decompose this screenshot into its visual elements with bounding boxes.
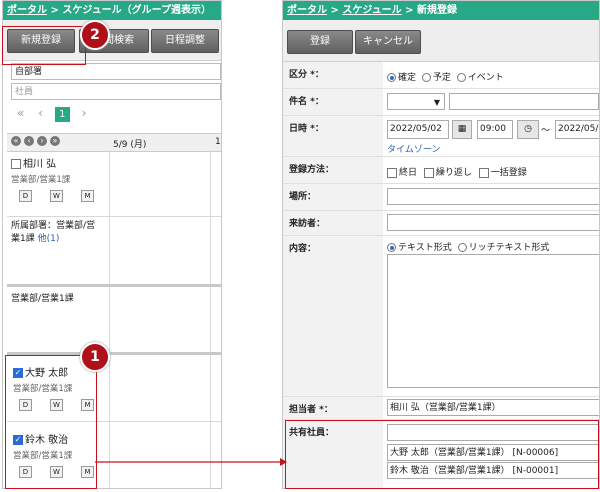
step-badge-2: 2 bbox=[80, 20, 110, 50]
arrow-overlay bbox=[95, 458, 287, 466]
step-badge-1: 1 bbox=[80, 342, 110, 372]
arrow-head-icon bbox=[280, 458, 287, 466]
